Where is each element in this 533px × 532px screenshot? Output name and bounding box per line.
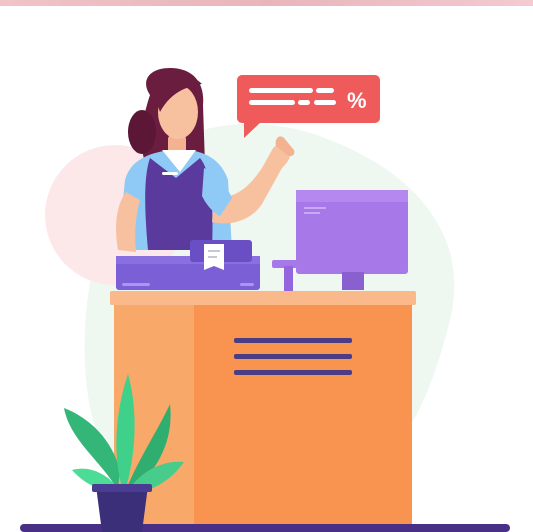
illustration-stage: % [0, 0, 533, 532]
counter-slot [234, 338, 352, 343]
counter-slot [234, 370, 352, 375]
bubble-line [316, 88, 334, 93]
bubble-line [298, 100, 310, 105]
checkout-illustration: % [20, 68, 510, 532]
bubble-line [249, 88, 313, 93]
bubble-line [249, 100, 295, 105]
counter-slot [234, 354, 352, 359]
percent-icon: % [347, 88, 367, 113]
name-tag [162, 172, 178, 175]
hair-bun [128, 110, 156, 154]
floor-shadow [20, 524, 510, 532]
bubble-line [314, 100, 336, 105]
checkout-counter [110, 291, 416, 525]
terminal-pole [284, 266, 293, 292]
